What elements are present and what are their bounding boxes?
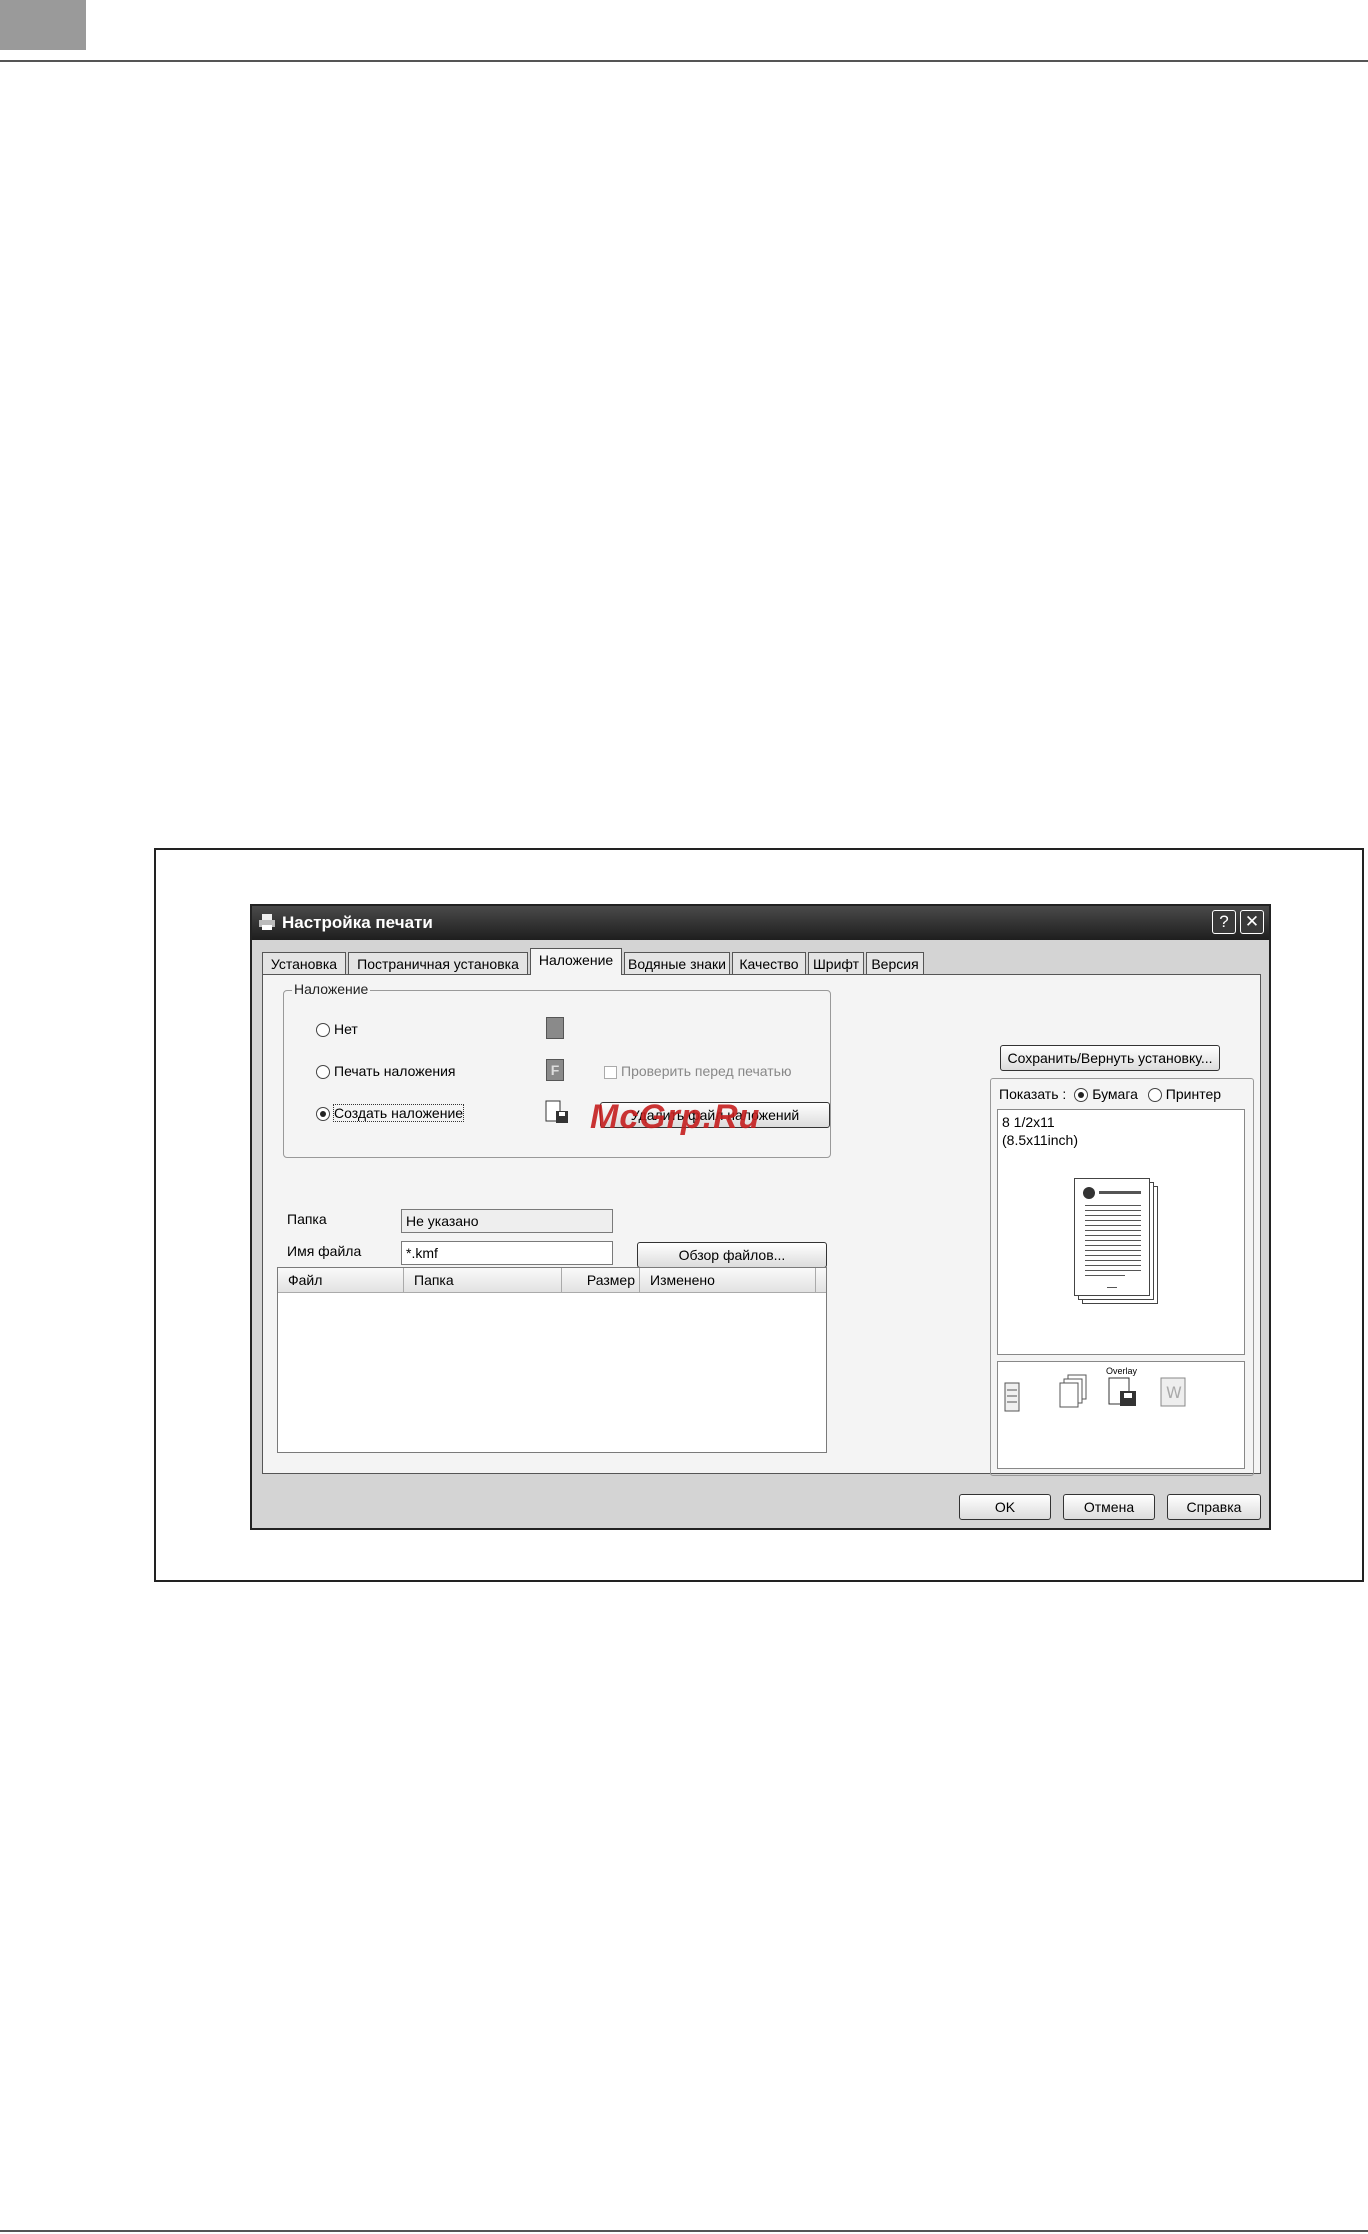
verify-checkbox[interactable]: Проверить перед печатью [604, 1063, 791, 1079]
filename-field[interactable]: *.kmf [401, 1241, 613, 1265]
text-line [1085, 1275, 1125, 1276]
text-line [1085, 1225, 1141, 1226]
text-line [1085, 1240, 1141, 1241]
radio-button[interactable] [316, 1065, 330, 1080]
filename-label: Имя файла [287, 1243, 362, 1259]
radio-button[interactable] [1147, 1088, 1162, 1103]
top-rule [0, 60, 1368, 62]
cancel-button[interactable]: Отмена [1063, 1494, 1155, 1520]
text-line [1085, 1250, 1141, 1251]
radio-overlay-print[interactable]: Печать наложения [316, 1063, 456, 1080]
radio-button[interactable] [316, 1023, 330, 1038]
paper-size: (8.5x11inch) [1002, 1132, 1079, 1148]
show-paper-label: Бумага [1092, 1086, 1138, 1102]
show-selector: Показать : Бумага Принтер [999, 1086, 1222, 1103]
overlay-file-list[interactable]: Файл Папка Размер Изменено [277, 1267, 827, 1453]
page-thumbnail [1074, 1178, 1150, 1296]
text-line [1085, 1230, 1141, 1231]
radio-button[interactable] [1074, 1088, 1089, 1103]
text-line [1085, 1245, 1141, 1246]
text-line [1085, 1270, 1141, 1271]
folder-field[interactable]: Не указано [401, 1209, 613, 1233]
column-modified[interactable]: Изменено [640, 1268, 816, 1292]
text-line [1085, 1220, 1141, 1221]
print-settings-dialog: Настройка печати ? ✕ Установка Постранич… [250, 904, 1271, 1530]
tab-watermarks[interactable]: Водяные знаки [624, 952, 730, 974]
overlay-none-icon [546, 1017, 564, 1039]
paper-name: 8 1/2x11 [1002, 1114, 1055, 1130]
radio-none-label: Нет [334, 1021, 358, 1037]
site-watermark: McGrp.Ru [590, 1098, 761, 1136]
text-line [1085, 1265, 1141, 1266]
status-overlay-icon [1108, 1377, 1136, 1406]
show-paper-radio[interactable]: Бумага [1074, 1086, 1138, 1103]
preview-frame: Показать : Бумага Принтер 8 1/2x11 (8.5x… [990, 1078, 1254, 1476]
page-number-mark [1107, 1287, 1117, 1288]
bottom-rule [0, 2230, 1368, 2232]
dialog-title: Настройка печати [282, 913, 433, 932]
paper-preview: 8 1/2x11 (8.5x11inch) [997, 1109, 1245, 1355]
printer-icon [259, 914, 275, 930]
tab-version[interactable]: Версия [866, 952, 924, 974]
save-restore-settings-button[interactable]: Сохранить/Вернуть установку... [1000, 1045, 1220, 1071]
page-corner-tab [0, 0, 86, 50]
radio-print-label: Печать наложения [334, 1063, 456, 1079]
verify-checkbox-label: Проверить перед печатью [621, 1063, 792, 1079]
checkbox[interactable] [604, 1065, 617, 1079]
header-line [1099, 1191, 1141, 1194]
column-file[interactable]: Файл [278, 1268, 404, 1292]
text-line [1085, 1235, 1141, 1236]
tab-page-setup[interactable]: Постраничная установка [348, 952, 528, 974]
status-pages-icon [1059, 1374, 1087, 1408]
tab-setup[interactable]: Установка [262, 952, 346, 974]
tab-overlay[interactable]: Наложение [530, 948, 622, 975]
help-icon[interactable]: ? [1212, 910, 1236, 934]
radio-button[interactable] [316, 1107, 330, 1122]
text-line [1085, 1215, 1141, 1216]
radio-overlay-none[interactable]: Нет [316, 1021, 358, 1038]
svg-text:W: W [1166, 1383, 1182, 1402]
text-line [1085, 1260, 1141, 1261]
show-printer-label: Принтер [1165, 1086, 1222, 1102]
radio-overlay-create[interactable]: Создать наложение [316, 1104, 465, 1122]
tab-quality[interactable]: Качество [732, 952, 806, 974]
column-folder[interactable]: Папка [404, 1268, 562, 1292]
text-line [1085, 1205, 1141, 1206]
status-watermark-icon: W [1160, 1377, 1186, 1407]
folder-label: Папка [287, 1211, 327, 1227]
overlay-logo-mark [1083, 1187, 1095, 1199]
show-label: Показать : [999, 1086, 1067, 1102]
column-size[interactable]: Размер [562, 1268, 640, 1292]
title-bar[interactable]: Настройка печати ? ✕ [252, 906, 1269, 940]
overlay-group-legend: Наложение [292, 981, 371, 997]
status-printer-icon [1004, 1382, 1020, 1412]
browse-files-button[interactable]: Обзор файлов... [637, 1242, 827, 1268]
file-list-header: Файл Папка Размер Изменено [278, 1268, 826, 1293]
tab-font[interactable]: Шрифт [808, 952, 864, 974]
text-line [1085, 1255, 1141, 1256]
overlay-tab-panel: Наложение Нет Печать наложения F Провери… [262, 974, 1261, 1476]
show-printer-radio[interactable]: Принтер [1147, 1086, 1222, 1103]
ok-button[interactable]: OK [959, 1494, 1051, 1520]
overlay-print-icon: F [546, 1059, 564, 1081]
help-button[interactable]: Справка [1167, 1494, 1261, 1520]
radio-create-label: Создать наложение [332, 1104, 465, 1122]
text-line [1085, 1210, 1141, 1211]
close-icon[interactable]: ✕ [1240, 910, 1264, 934]
overlay-caption: Overlay [1106, 1366, 1138, 1376]
overlay-create-icon [545, 1100, 568, 1123]
printer-status-box: Overlay W [997, 1361, 1245, 1469]
